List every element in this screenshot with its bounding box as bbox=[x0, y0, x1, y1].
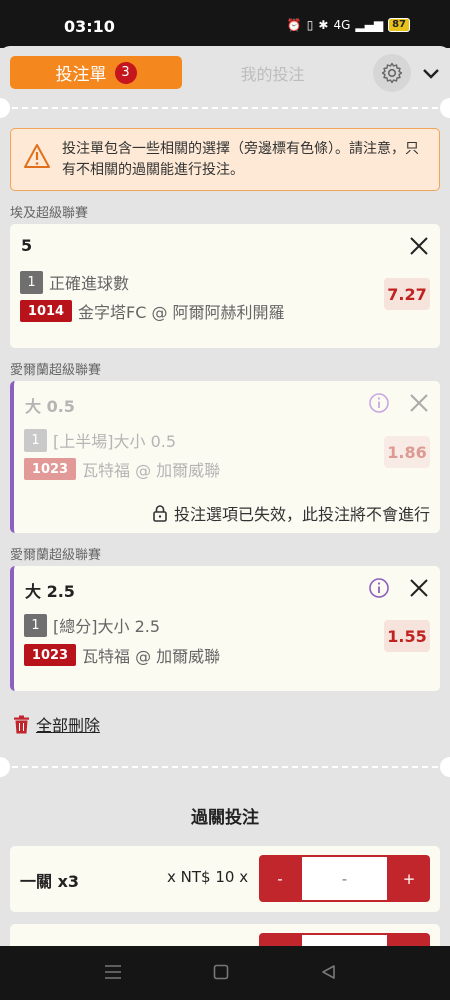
match-name: 瓦特福 @ 加爾威聯 bbox=[82, 647, 221, 666]
chevron-down-icon[interactable] bbox=[420, 62, 442, 84]
stake-input[interactable]: - bbox=[302, 857, 387, 900]
match-name: 瓦特福 @ 加爾威聯 bbox=[82, 461, 221, 480]
league-label: 埃及超級聯賽 bbox=[10, 206, 89, 221]
stake-stepper: - - + bbox=[259, 855, 430, 902]
menu-icon[interactable] bbox=[104, 964, 122, 980]
related-selections-warning: 投注單包含一些相關的選擇（旁邊標有色條）。請注意，只有不相關的過關能進行投注。 bbox=[10, 128, 440, 191]
expired-text: 投注選項已失效，此投注將不會進行 bbox=[173, 505, 430, 524]
match-row: 1023 瓦特福 @ 加爾威聯 bbox=[24, 457, 220, 481]
dashed-divider bbox=[0, 98, 450, 118]
leg-number: 1 bbox=[24, 613, 47, 637]
expired-notice: 投注選項已失效，此投注將不會進行 bbox=[152, 501, 430, 525]
close-icon[interactable] bbox=[408, 392, 430, 414]
odds-value: 1.55 bbox=[384, 620, 430, 652]
match-number: 1023 bbox=[24, 644, 76, 666]
info-icon[interactable] bbox=[368, 392, 390, 414]
betslip-sheet: 投注單 3 我的投注 投注單包含一些相關的選擇（旁邊標有色條）。請注意，只有不相… bbox=[0, 46, 450, 954]
betslip-count-badge: 3 bbox=[114, 61, 137, 84]
odds-value: 7.27 bbox=[384, 278, 430, 310]
match-number: 1014 bbox=[20, 300, 72, 322]
info-icon[interactable] bbox=[368, 577, 390, 599]
home-icon[interactable] bbox=[213, 964, 229, 980]
leg-number: 1 bbox=[20, 270, 43, 294]
market-name: [總分]大小 2.5 bbox=[53, 617, 161, 636]
alarm-icon: ⏰ bbox=[286, 18, 302, 32]
match-row: 1014 金字塔FC @ 阿爾阿赫利開羅 bbox=[20, 299, 285, 323]
selection-title: 大 0.5 bbox=[25, 397, 75, 416]
warning-icon bbox=[24, 144, 50, 168]
tab-betslip-label: 投注單 bbox=[55, 65, 107, 85]
gear-icon bbox=[381, 62, 403, 84]
delete-all-label: 全部刪除 bbox=[36, 716, 101, 735]
status-icons: ⏰ ▯ ✱ 4G ▂▄▆ 87 bbox=[287, 18, 410, 32]
system-nav-bar bbox=[0, 946, 450, 1000]
delete-all-button[interactable]: 全部刪除 bbox=[13, 712, 100, 736]
league-label: 愛爾蘭超級聯賽 bbox=[10, 548, 102, 563]
network-label: 4G bbox=[333, 18, 351, 32]
market-row: 1 正確進球數 bbox=[20, 270, 129, 294]
market-row: 1 [上半場]大小 0.5 bbox=[24, 428, 176, 452]
signal-icon: ▂▄▆ bbox=[355, 18, 384, 32]
status-time: 03:10 bbox=[64, 17, 115, 36]
tab-bar: 投注單 3 我的投注 bbox=[0, 46, 450, 100]
selection-card-expired: 大 0.5 1 [上半場]大小 0.5 1023 瓦特福 @ 加爾威聯 1.86… bbox=[10, 381, 440, 533]
market-row: 1 [總分]大小 2.5 bbox=[24, 613, 160, 637]
match-name: 金字塔FC @ 阿爾阿赫利開羅 bbox=[78, 303, 285, 322]
match-row: 1023 瓦特福 @ 加爾威聯 bbox=[24, 643, 220, 667]
lock-icon bbox=[153, 505, 167, 522]
market-name: [上半場]大小 0.5 bbox=[53, 432, 177, 451]
combo-stake-label: x NT$ 10 x bbox=[167, 868, 249, 886]
vibrate-icon: ▯ bbox=[306, 18, 314, 32]
increment-button[interactable]: + bbox=[388, 855, 430, 902]
bluetooth-icon: ✱ bbox=[318, 18, 329, 32]
dashed-divider bbox=[0, 757, 450, 777]
combo-name: 一關 x3 bbox=[20, 872, 80, 891]
tab-betslip[interactable]: 投注單 3 bbox=[10, 56, 182, 89]
selection-card: 5 1 正確進球數 1014 金字塔FC @ 阿爾阿赫利開羅 7.27 bbox=[10, 224, 440, 348]
market-name: 正確進球數 bbox=[49, 274, 130, 293]
leg-number: 1 bbox=[24, 428, 47, 452]
match-number: 1023 bbox=[24, 458, 76, 480]
close-icon[interactable] bbox=[408, 235, 430, 257]
odds-value: 1.86 bbox=[384, 436, 430, 468]
selection-title: 5 bbox=[21, 236, 33, 255]
settings-button[interactable] bbox=[373, 54, 411, 92]
selection-card: 大 2.5 1 [總分]大小 2.5 1023 瓦特福 @ 加爾威聯 1.55 bbox=[10, 566, 440, 691]
combo-row: 一關 x3 x NT$ 10 x - - + bbox=[10, 846, 440, 912]
tab-my-bets[interactable]: 我的投注 bbox=[190, 56, 355, 89]
warning-text: 投注單包含一些相關的選擇（旁邊標有色條）。請注意，只有不相關的過關能進行投注。 bbox=[62, 141, 419, 178]
close-icon[interactable] bbox=[408, 577, 430, 599]
status-bar: 03:10 ⏰ ▯ ✱ 4G ▂▄▆ 87 bbox=[0, 0, 450, 48]
decrement-button[interactable]: - bbox=[259, 855, 301, 902]
selection-title: 大 2.5 bbox=[25, 582, 75, 601]
battery-icon: 87 bbox=[388, 18, 410, 32]
combo-bet-title: 過關投注 bbox=[191, 808, 259, 828]
back-icon[interactable] bbox=[320, 964, 336, 980]
league-label: 愛爾蘭超級聯賽 bbox=[10, 363, 102, 378]
trash-icon bbox=[14, 715, 29, 733]
